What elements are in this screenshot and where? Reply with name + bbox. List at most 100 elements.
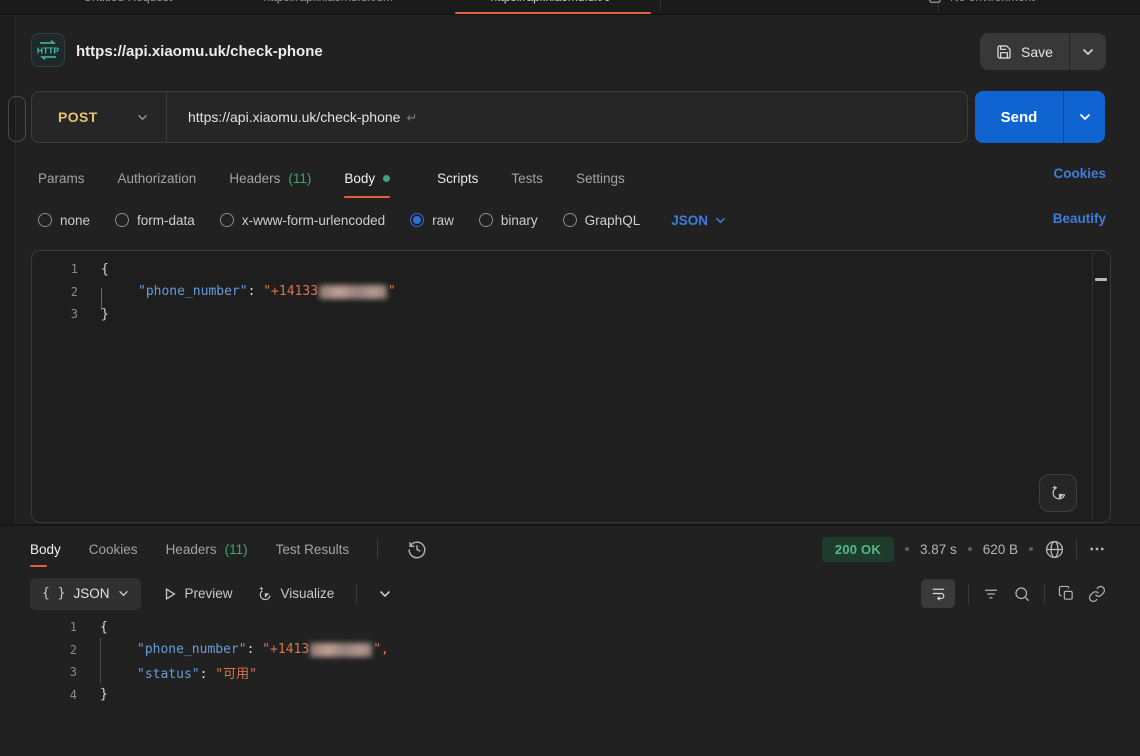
- request-subtabs: Params Authorization Headers (11) Body S…: [38, 158, 625, 198]
- send-button[interactable]: Send: [975, 91, 1105, 143]
- send-label: Send: [975, 91, 1063, 143]
- tab-settings[interactable]: Settings: [576, 158, 625, 198]
- wrap-text-icon: [930, 585, 947, 602]
- line-number: 2: [31, 643, 77, 657]
- radio-none[interactable]: none: [38, 213, 90, 228]
- tab-response-body[interactable]: Body: [30, 531, 61, 567]
- format-dropdown[interactable]: JSON: [671, 213, 726, 228]
- body-type-options: none form-data x-www-form-urlencoded raw…: [38, 204, 726, 236]
- url-text: https://api.xiaomu.uk/check-phone: [188, 109, 400, 125]
- postbot-button[interactable]: [1039, 474, 1077, 512]
- method-badge-post: POST: [455, 0, 483, 2]
- request-title: https://api.xiaomu.uk/check-phone: [76, 43, 323, 60]
- radio-raw[interactable]: raw: [410, 213, 454, 228]
- method-badge-get: GET: [235, 0, 256, 2]
- environment-selector[interactable]: No environment: [928, 0, 1035, 15]
- response-body-viewer[interactable]: 1 { 2 "phone_number": "+1413", 3 "status…: [31, 616, 1111, 756]
- divider: [377, 539, 378, 559]
- radio-label: GraphQL: [585, 213, 641, 228]
- radio-form-data[interactable]: form-data: [115, 213, 195, 228]
- new-tab-button[interactable]: +: [676, 0, 685, 15]
- request-tab-bar: GET Untitled Request GET https://api.xia…: [0, 0, 1140, 15]
- request-body-editor[interactable]: 1 { 2 "phone_number": "+14133" 3 }: [31, 250, 1111, 523]
- chevron-down-icon: [137, 114, 148, 121]
- search-icon[interactable]: [1013, 585, 1031, 603]
- json-value: "可用": [215, 667, 257, 682]
- save-options-button[interactable]: [1070, 33, 1106, 70]
- beautify-link[interactable]: Beautify: [1053, 211, 1106, 226]
- headers-count: (11): [288, 171, 311, 186]
- tab-authorization[interactable]: Authorization: [118, 158, 197, 198]
- response-history-icon[interactable]: [406, 538, 428, 560]
- enter-hint-icon: ↵: [400, 110, 417, 125]
- tab-test-results[interactable]: Test Results: [276, 542, 350, 557]
- divider: [1044, 584, 1045, 604]
- url-input[interactable]: https://api.xiaomu.uk/check-phone↵: [167, 109, 417, 126]
- radio-urlencoded[interactable]: x-www-form-urlencoded: [220, 213, 385, 228]
- chevron-down-icon: [118, 590, 129, 597]
- tab-headers[interactable]: Headers (11): [229, 158, 311, 198]
- request-tab-2[interactable]: GET https://api.xiaomu.uk/sm: [235, 0, 393, 15]
- tab-tests[interactable]: Tests: [511, 158, 543, 198]
- tab-params[interactable]: Params: [38, 158, 85, 198]
- chevron-down-icon: [715, 217, 726, 224]
- method-dropdown[interactable]: POST: [32, 109, 166, 125]
- sidebar-rail: [0, 16, 16, 525]
- tab-body[interactable]: Body: [344, 158, 404, 198]
- filter-icon[interactable]: [982, 585, 1000, 603]
- http-protocol-icon: HTTP: [31, 33, 65, 67]
- send-options-button[interactable]: [1064, 91, 1105, 143]
- line-number: 4: [31, 688, 77, 702]
- radio-binary[interactable]: binary: [479, 213, 538, 228]
- tab-label: Headers: [229, 171, 280, 186]
- divider: [968, 584, 969, 604]
- format-label: JSON: [73, 586, 109, 601]
- response-status-cluster: 200 OK 3.87 s 620 B: [822, 533, 1106, 565]
- method-label: POST: [58, 109, 98, 125]
- radio-graphql[interactable]: GraphQL: [563, 213, 641, 228]
- dot-separator: [905, 547, 909, 551]
- status-badge[interactable]: 200 OK: [822, 537, 894, 562]
- request-tab-1[interactable]: GET Untitled Request: [55, 0, 172, 15]
- chevron-down-icon: [379, 590, 391, 598]
- visualize-icon: [255, 585, 273, 603]
- tab-response-cookies[interactable]: Cookies: [89, 542, 138, 557]
- line-number: 1: [31, 620, 77, 634]
- wrap-text-button[interactable]: [921, 579, 955, 608]
- visualize-button[interactable]: Visualize: [255, 585, 335, 603]
- network-globe-icon[interactable]: [1044, 539, 1065, 560]
- tab-label: Authorization: [118, 171, 197, 186]
- save-button[interactable]: Save: [980, 33, 1106, 70]
- link-icon[interactable]: [1088, 585, 1106, 603]
- response-size[interactable]: 620 B: [983, 542, 1018, 557]
- save-label: Save: [1021, 44, 1053, 60]
- radio-icon: [115, 213, 129, 227]
- editor-scrollbar[interactable]: [1095, 278, 1107, 281]
- cookies-link[interactable]: Cookies: [1053, 166, 1106, 181]
- pane-resize-handle[interactable]: [0, 524, 1140, 526]
- code-text: {: [77, 620, 108, 635]
- line-number: 3: [32, 307, 78, 321]
- response-time[interactable]: 3.87 s: [920, 542, 957, 557]
- sidebar-handle[interactable]: [8, 96, 26, 142]
- code-text: :: [247, 642, 263, 657]
- more-options-icon[interactable]: [1088, 540, 1106, 558]
- method-badge-get: GET: [55, 0, 76, 2]
- toolbar-more-dropdown[interactable]: [379, 590, 391, 598]
- editor-minimap-divider: [1092, 252, 1093, 521]
- tab-label: Scripts: [437, 171, 478, 186]
- active-tab-indicator: [455, 12, 651, 14]
- tab-scripts[interactable]: Scripts: [437, 158, 478, 198]
- redacted-phone-digits: [310, 643, 372, 657]
- radio-label: binary: [501, 213, 538, 228]
- response-format-dropdown[interactable]: { } JSON: [30, 578, 141, 610]
- postbot-icon: [1048, 483, 1068, 503]
- code-text: {: [78, 262, 109, 277]
- radio-icon: [410, 213, 424, 227]
- preview-button[interactable]: Preview: [163, 586, 233, 601]
- response-tabs: Body Cookies Headers (11) Test Results: [30, 531, 428, 567]
- tab-response-headers[interactable]: Headers (11): [166, 542, 248, 557]
- radio-icon: [479, 213, 493, 227]
- copy-icon[interactable]: [1058, 585, 1075, 602]
- radio-icon: [563, 213, 577, 227]
